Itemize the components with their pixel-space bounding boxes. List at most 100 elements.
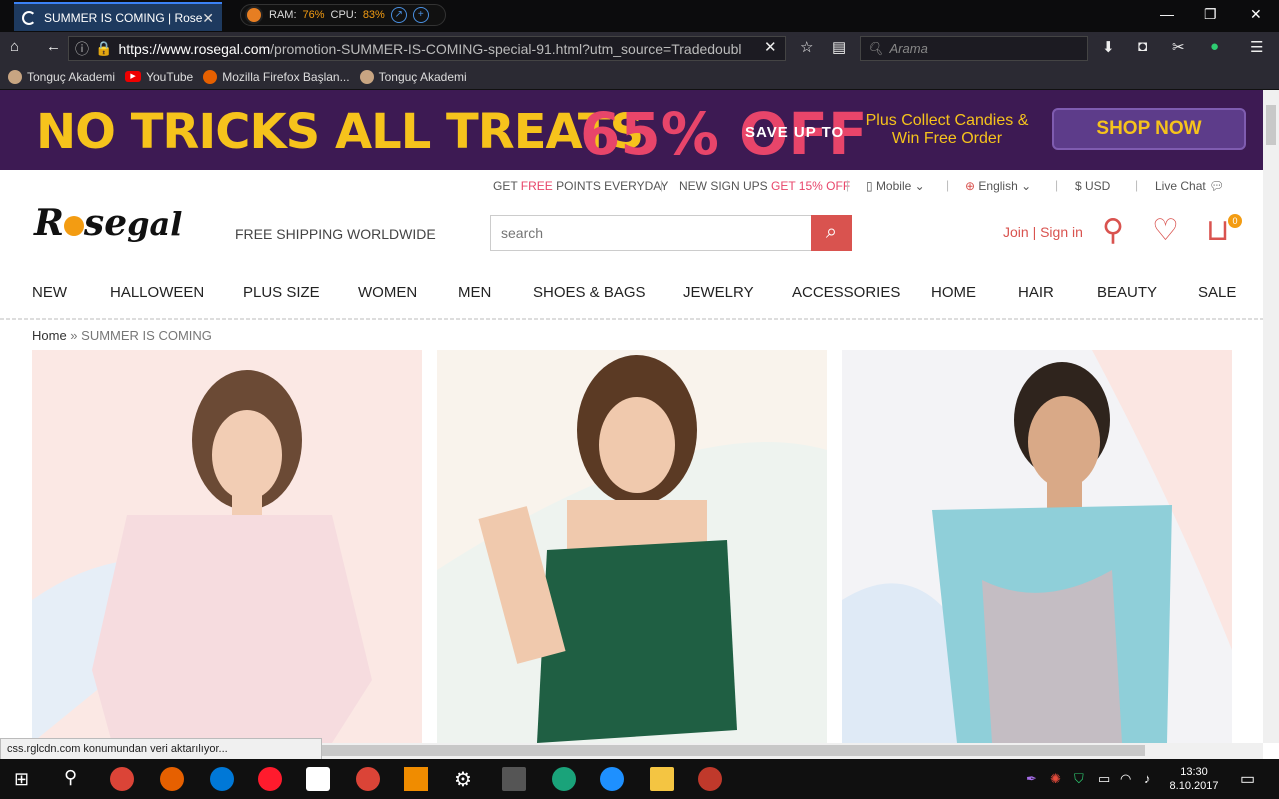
nav-item-plus-size[interactable]: PLUS SIZE (243, 284, 320, 301)
windows-taskbar: ⊞ ⚲ ⚙ ✒ ✺ ⛉ ▭ ◠ ♪ 13:30 8.10.2017 ▭ (0, 759, 1279, 799)
avatar-icon (8, 69, 22, 84)
product-image-1[interactable] (32, 350, 422, 743)
chrome-alt-icon[interactable] (356, 767, 380, 791)
info-icon[interactable]: ⓘ (75, 39, 89, 59)
nav-item-sale[interactable]: SALE (1198, 284, 1236, 301)
back-icon[interactable]: ← (46, 38, 61, 55)
windows-start-icon[interactable]: ⊞ (14, 769, 29, 790)
breadcrumb-home-link[interactable]: Home (32, 328, 67, 343)
browser-title-bar: SUMMER IS COMING | Rose ✕ RAM: 76% CPU: … (0, 0, 1279, 32)
nav-item-halloween[interactable]: HALLOWEEN (110, 284, 204, 301)
volume-icon[interactable]: ♪ (1144, 771, 1151, 786)
system-clock[interactable]: 13:30 8.10.2017 (1168, 765, 1220, 793)
product-photo (842, 350, 1232, 743)
live-chat-link[interactable]: Live Chat 💬︎ (1155, 179, 1224, 193)
minimize-icon[interactable]: — (1160, 6, 1174, 22)
rocket-icon[interactable]: ↗ (390, 7, 407, 23)
edge-icon[interactable] (210, 767, 234, 791)
globe-icon: ⊕ (965, 179, 976, 193)
vertical-scrollbar[interactable] (1263, 90, 1279, 743)
bookmark-label: Tonguç Akademi (27, 69, 116, 84)
search-icon: ⌕ (825, 221, 838, 243)
tray-app-icon[interactable]: ✺ (1050, 771, 1061, 787)
firefox-icon[interactable] (160, 767, 184, 791)
cart-icon[interactable]: ⊔ (1206, 214, 1229, 248)
nav-item-hair[interactable]: HAIR (1018, 284, 1054, 301)
google-icon[interactable] (306, 767, 330, 791)
notifications-icon[interactable]: ▭ (1240, 769, 1255, 789)
join-sign-in-link[interactable]: Join | Sign in (1003, 224, 1083, 240)
bookmark-item[interactable]: Tonguç Akademi (8, 69, 116, 84)
search-icon[interactable]: ⚲ (64, 767, 77, 788)
tab-title: SUMMER IS COMING | Rose (44, 10, 203, 25)
horizontal-scrollbar[interactable] (322, 743, 1263, 759)
product-image-2[interactable] (437, 350, 827, 743)
nav-item-jewelry[interactable]: JEWELRY (683, 284, 754, 301)
nav-item-home[interactable]: HOME (931, 284, 976, 301)
nav-item-men[interactable]: MEN (458, 284, 491, 301)
vlc-icon[interactable] (404, 767, 428, 791)
wifi-icon[interactable]: ◠ (1120, 771, 1131, 787)
bookmark-item[interactable]: Mozilla Firefox Başlan... (203, 69, 350, 84)
extension-icon[interactable]: ✂ (1172, 38, 1185, 56)
bookmark-item[interactable]: Tonguç Akademi (359, 69, 467, 84)
file-explorer-icon[interactable] (650, 767, 674, 791)
store-icon[interactable] (502, 767, 526, 791)
signup-offer-link[interactable]: NEW SIGN UPS GET 15% OFF (679, 179, 850, 193)
check-extension-icon[interactable]: ● (1210, 38, 1219, 55)
tab-close-icon[interactable]: ✕ (202, 10, 214, 27)
top-utility-bar: GET FREE POINTS EVERYDAY | NEW SIGN UPS … (0, 170, 1263, 200)
menu-icon[interactable]: ☰ (1250, 38, 1263, 56)
nav-item-shoes-bags[interactable]: SHOES & BAGS (533, 284, 646, 301)
browser-search-input[interactable]: 🔍︎ Arama (860, 36, 1088, 61)
language-dropdown[interactable]: ⊕ English ⌄ (965, 179, 1031, 193)
plus-icon[interactable]: + (412, 7, 429, 23)
download-icon[interactable]: ⬇ (1102, 38, 1115, 56)
browser-tab[interactable]: SUMMER IS COMING | Rose ✕ (14, 2, 222, 31)
account-icon[interactable]: ⚲ (1102, 214, 1124, 248)
breadcrumb: Home » SUMMER IS COMING (32, 328, 212, 343)
shop-now-button[interactable]: SHOP NOW (1052, 108, 1246, 150)
nav-item-new[interactable]: NEW (32, 284, 67, 301)
search-button[interactable]: ⌕ (811, 215, 852, 251)
divider: | (1055, 178, 1059, 192)
stop-icon[interactable]: ✕ (764, 38, 777, 56)
tray-shield-icon[interactable]: ⛉ (1074, 771, 1084, 787)
rosegal-logo[interactable]: Rsegal (34, 202, 214, 266)
url-bar[interactable]: ⓘ 🔒 https://www.rosegal.com /promotion-S… (68, 36, 786, 61)
reader-view-icon[interactable]: ▤ (832, 38, 846, 56)
ccleaner-icon[interactable] (600, 767, 624, 791)
bookmark-star-icon[interactable]: ☆ (800, 38, 813, 56)
divider: | (660, 178, 664, 192)
scrollbar-thumb[interactable] (322, 745, 1145, 756)
free-points-link[interactable]: GET FREE POINTS EVERYDAY (493, 179, 668, 193)
settings-gear-icon[interactable]: ⚙ (454, 767, 472, 792)
tray-feather-icon[interactable]: ✒ (1026, 771, 1037, 787)
pocket-icon[interactable]: ◘ (1138, 38, 1147, 55)
wishlist-heart-icon[interactable]: ♡ (1152, 214, 1179, 248)
nav-item-women[interactable]: WOMEN (358, 284, 417, 301)
mobile-dropdown[interactable]: ▯ Mobile ⌄ (866, 179, 925, 193)
product-image-3[interactable] (842, 350, 1232, 743)
scrollbar-thumb[interactable] (1266, 105, 1276, 145)
restore-icon[interactable]: ❐ (1204, 6, 1217, 23)
product-photo (32, 350, 422, 743)
chrome-icon[interactable] (110, 767, 134, 791)
bookmark-label: Mozilla Firefox Başlan... (222, 69, 350, 84)
home-icon[interactable]: ⌂ (10, 38, 19, 55)
banner-headline: NO TRICKS ALL TREATS (36, 104, 644, 160)
nav-item-accessories[interactable]: ACCESSORIES (792, 284, 900, 301)
clock-time: 13:30 (1180, 766, 1208, 778)
banner-collect-text: Plus Collect Candies & Win Free Order (865, 112, 1029, 147)
site-search-input[interactable] (490, 215, 812, 251)
promo-banner[interactable]: NO TRICKS ALL TREATS 65% OFF SAVE UP TO … (0, 90, 1263, 170)
ubar-icon[interactable] (552, 767, 576, 791)
bookmark-item[interactable]: ▶ YouTube (125, 70, 193, 84)
app-icon[interactable] (698, 767, 722, 791)
nav-item-beauty[interactable]: BEAUTY (1097, 284, 1157, 301)
battery-icon[interactable]: ▭ (1098, 771, 1110, 787)
cart-count-badge: 0 (1228, 214, 1242, 228)
currency-dropdown[interactable]: $ USD (1075, 179, 1110, 193)
opera-icon[interactable] (258, 767, 282, 791)
close-window-icon[interactable]: ✕ (1250, 6, 1262, 23)
